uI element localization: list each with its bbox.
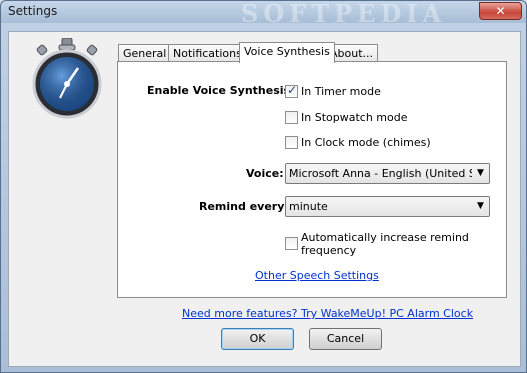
auto-increase-label-line2: frequency — [301, 244, 357, 257]
enable-voice-synthesis-label: Enable Voice Synthesis: — [147, 84, 295, 97]
timer-mode-label: In Timer mode — [301, 85, 381, 98]
title-bar[interactable]: Settings SOFTPEDIA ✕ — [1, 0, 526, 28]
clock-mode-label: In Clock mode (chimes) — [301, 136, 431, 149]
tab-notifications[interactable]: Notifications — [168, 44, 247, 62]
cancel-button[interactable]: Cancel — [309, 328, 382, 350]
stopwatch-mode-label: In Stopwatch mode — [301, 111, 408, 124]
watermark: SOFTPEDIA — [241, 0, 447, 28]
voice-value: Microsoft Anna - English (United States) — [289, 167, 490, 180]
checkbox-box[interactable] — [285, 136, 298, 149]
tab-general[interactable]: General — [118, 44, 172, 62]
ok-button[interactable]: OK — [221, 328, 294, 350]
checkbox-box[interactable]: ✓ — [285, 83, 298, 98]
stopwatch-mode-checkbox[interactable]: In Stopwatch mode — [285, 111, 415, 125]
close-icon: ✕ — [495, 4, 506, 18]
voice-synthesis-panel: Enable Voice Synthesis: ✓ In Timer mode … — [117, 61, 507, 298]
chevron-down-icon: ▼ — [472, 197, 489, 216]
promo-link[interactable]: Need more features? Try WakeMeUp! PC Ala… — [182, 307, 473, 320]
chevron-down-icon: ▼ — [472, 164, 489, 183]
dialog-body: General Notifications Voice Synthesis Ab… — [8, 31, 521, 367]
tab-voice-synthesis[interactable]: Voice Synthesis — [239, 42, 335, 63]
remind-every-label: Remind every — [199, 200, 285, 213]
remind-interval-select[interactable]: minute ▼ — [285, 196, 490, 217]
stopwatch-icon — [26, 37, 108, 120]
close-button[interactable]: ✕ — [479, 2, 522, 20]
voice-select[interactable]: Microsoft Anna - English (United States)… — [285, 163, 490, 184]
checkmark-icon: ✓ — [287, 83, 298, 97]
auto-increase-checkbox[interactable]: Automatically increase remind frequency — [285, 231, 469, 259]
settings-window: Settings SOFTPEDIA ✕ General Notificatio… — [0, 0, 527, 373]
voice-label: Voice: — [246, 167, 284, 180]
window-title: Settings — [8, 4, 58, 18]
auto-increase-label-line1: Automatically increase remind — [301, 231, 469, 244]
timer-mode-checkbox[interactable]: ✓ In Timer mode — [285, 83, 405, 99]
other-speech-settings-link[interactable]: Other Speech Settings — [255, 269, 379, 282]
clock-mode-checkbox[interactable]: In Clock mode (chimes) — [285, 136, 435, 150]
remind-interval-value: minute — [289, 200, 328, 213]
checkbox-box[interactable] — [285, 237, 298, 250]
checkbox-box[interactable] — [285, 111, 298, 124]
